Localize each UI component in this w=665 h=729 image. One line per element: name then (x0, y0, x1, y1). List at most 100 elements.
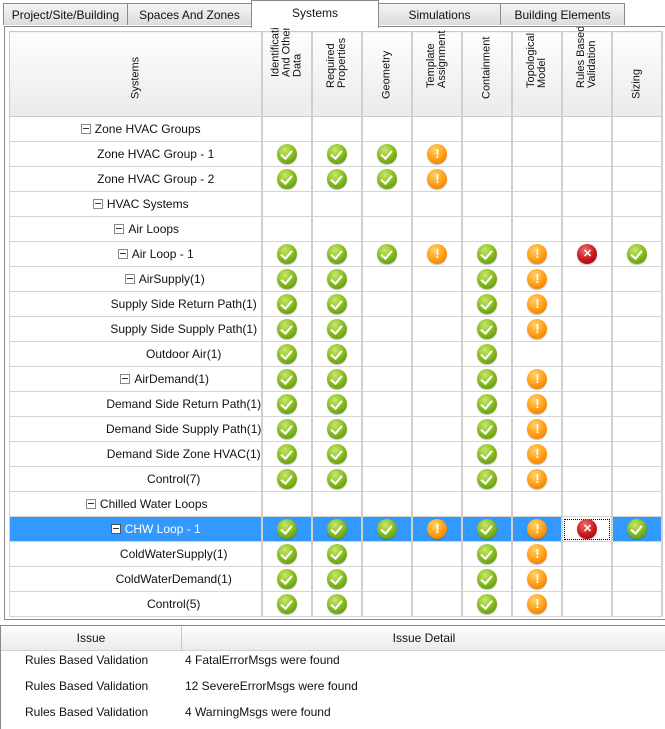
status-cell[interactable] (561, 566, 614, 592)
tree-row[interactable]: Zone HVAC Group - 2 (9, 166, 664, 192)
column-header-topological-model[interactable]: Topological Model (511, 31, 564, 117)
collapse-toggle-icon[interactable] (80, 123, 91, 134)
status-cell[interactable] (461, 366, 514, 392)
status-cell[interactable] (261, 191, 314, 217)
status-cell[interactable] (461, 141, 514, 167)
status-cell[interactable] (511, 391, 564, 417)
tree-row[interactable]: Chilled Water Loops (9, 491, 664, 517)
collapse-toggle-icon[interactable] (117, 248, 128, 259)
tree-row[interactable]: AirDemand(1) (9, 366, 664, 392)
status-cell[interactable] (361, 316, 414, 342)
status-cell[interactable] (511, 566, 564, 592)
status-cell[interactable] (311, 591, 364, 617)
status-cell[interactable] (311, 391, 364, 417)
status-cell[interactable] (261, 541, 314, 567)
status-cell[interactable] (411, 316, 464, 342)
status-cell[interactable] (361, 391, 414, 417)
status-cell[interactable] (261, 516, 314, 542)
status-cell[interactable] (311, 516, 364, 542)
tree-row[interactable]: Zone HVAC Groups (9, 116, 664, 142)
status-cell[interactable] (611, 116, 664, 142)
status-cell[interactable] (361, 291, 414, 317)
status-cell[interactable] (311, 241, 364, 267)
status-cell[interactable] (611, 416, 664, 442)
status-cell[interactable] (611, 591, 664, 617)
status-cell[interactable] (611, 316, 664, 342)
status-cell[interactable] (511, 516, 564, 542)
status-cell[interactable] (311, 316, 364, 342)
status-cell[interactable] (561, 516, 614, 542)
status-cell[interactable] (261, 391, 314, 417)
status-cell[interactable] (311, 366, 364, 392)
status-cell[interactable] (561, 141, 614, 167)
tree-row[interactable]: Demand Side Supply Path(1) (9, 416, 664, 442)
tree-node-cell[interactable]: HVAC Systems (9, 191, 264, 217)
status-cell[interactable] (361, 241, 414, 267)
tree-row[interactable]: Supply Side Return Path(1) (9, 291, 664, 317)
tree-node-cell[interactable]: AirDemand(1) (9, 366, 264, 392)
status-cell[interactable] (511, 216, 564, 242)
status-cell[interactable] (311, 466, 364, 492)
status-cell[interactable] (461, 541, 514, 567)
status-cell[interactable] (261, 491, 314, 517)
tree-node-cell[interactable]: AirSupply(1) (9, 266, 264, 292)
status-cell[interactable] (461, 291, 514, 317)
status-cell[interactable] (611, 291, 664, 317)
status-cell[interactable] (311, 341, 364, 367)
status-cell[interactable] (511, 466, 564, 492)
status-cell[interactable] (261, 166, 314, 192)
status-cell[interactable] (261, 266, 314, 292)
issue-detail-column-header[interactable]: Issue Detail (182, 626, 665, 650)
status-cell[interactable] (361, 116, 414, 142)
status-cell[interactable] (361, 216, 414, 242)
status-cell[interactable] (411, 591, 464, 617)
tree-node-cell[interactable]: Supply Side Supply Path(1) (9, 316, 264, 342)
status-cell[interactable] (411, 416, 464, 442)
status-cell[interactable] (411, 391, 464, 417)
status-cell[interactable] (461, 166, 514, 192)
column-header-identification-and-other-data[interactable]: Identification And Other Data (261, 27, 314, 117)
status-cell[interactable] (461, 391, 514, 417)
tree-row[interactable]: ColdWaterSupply(1) (9, 541, 664, 567)
status-cell[interactable] (511, 441, 564, 467)
status-cell[interactable] (511, 341, 564, 367)
issue-row[interactable]: Rules Based Validation 4 WarningMsgs wer… (1, 702, 665, 722)
collapse-toggle-icon[interactable] (124, 273, 135, 284)
status-cell[interactable] (311, 566, 364, 592)
status-cell[interactable] (511, 316, 564, 342)
tree-node-cell[interactable]: Demand Side Return Path(1) (9, 391, 264, 417)
tree-row[interactable]: Outdoor Air(1) (9, 341, 664, 367)
tree-node-cell[interactable]: Zone HVAC Groups (9, 116, 264, 142)
tree-node-cell[interactable]: Zone HVAC Group - 1 (9, 141, 264, 167)
status-cell[interactable] (461, 566, 514, 592)
status-cell[interactable] (511, 166, 564, 192)
status-cell[interactable] (511, 116, 564, 142)
status-cell[interactable] (411, 291, 464, 317)
status-cell[interactable] (311, 216, 364, 242)
status-cell[interactable] (561, 166, 614, 192)
status-cell[interactable] (411, 266, 464, 292)
status-cell[interactable] (361, 191, 414, 217)
tree-node-cell[interactable]: Control(7) (9, 466, 264, 492)
status-cell[interactable] (561, 241, 614, 267)
status-cell[interactable] (311, 441, 364, 467)
status-cell[interactable] (611, 491, 664, 517)
status-cell[interactable] (261, 366, 314, 392)
status-cell[interactable] (611, 441, 664, 467)
status-cell[interactable] (461, 516, 514, 542)
status-cell[interactable] (311, 266, 364, 292)
status-cell[interactable] (361, 591, 414, 617)
status-cell[interactable] (311, 166, 364, 192)
tree-row[interactable]: HVAC Systems (9, 191, 664, 217)
status-cell[interactable] (511, 591, 564, 617)
status-cell[interactable] (261, 416, 314, 442)
status-cell[interactable] (361, 341, 414, 367)
status-cell[interactable] (561, 116, 614, 142)
status-cell[interactable] (361, 466, 414, 492)
status-cell[interactable] (561, 466, 614, 492)
tab-project-site-building[interactable]: Project/Site/Building (3, 3, 128, 25)
status-cell[interactable] (361, 266, 414, 292)
status-cell[interactable] (611, 516, 664, 542)
tree-node-cell[interactable]: ColdWaterSupply(1) (9, 541, 264, 567)
status-cell[interactable] (611, 216, 664, 242)
